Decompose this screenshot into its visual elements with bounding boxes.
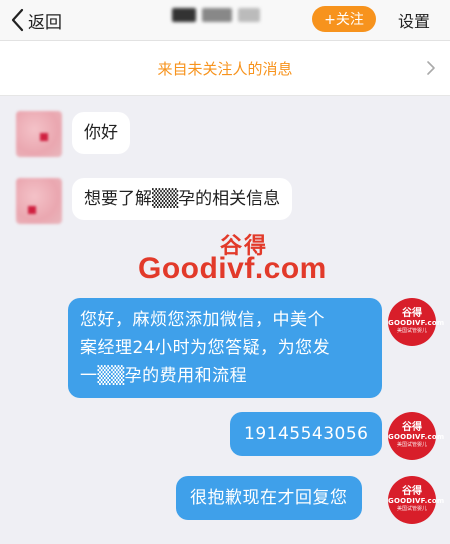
chevron-left-icon <box>11 8 24 32</box>
own-avatar[interactable]: 谷得 GOODIVF.com 美国试管婴儿 <box>388 412 444 460</box>
back-button[interactable]: 返回 <box>8 7 62 33</box>
watermark-logo: Goodivf.com <box>138 252 327 285</box>
message-line: 您好，麻烦您添加微信，中美个 <box>80 310 325 330</box>
message-bubble-incoming[interactable]: 你好 <box>72 112 130 154</box>
sender-avatar[interactable] <box>16 178 62 224</box>
notice-label: 来自未关注人的消息 <box>157 60 293 78</box>
message-bubble-outgoing[interactable]: 很抱歉现在才回复您 <box>176 476 362 520</box>
message-text: 19145543056 <box>244 424 369 444</box>
message-bubble-incoming[interactable]: 想要了解▒▒孕的相关信息 <box>72 178 293 220</box>
message-bubble-outgoing[interactable]: 您好，麻烦您添加微信，中美个 案经理24小时为您答疑，为您发 一▒▒孕的费用和流… <box>68 298 382 398</box>
unfollowed-messages-notice[interactable]: 来自未关注人的消息 <box>0 41 450 96</box>
follow-button[interactable]: +关注 <box>312 6 376 32</box>
own-avatar[interactable]: 谷得 GOODIVF.com 美国试管婴儿 <box>388 298 444 346</box>
back-label: 返回 <box>28 12 62 33</box>
follow-label: +关注 <box>324 12 364 28</box>
own-avatar[interactable]: 谷得 GOODIVF.com 美国试管婴儿 <box>388 476 444 524</box>
message-bubble-outgoing[interactable]: 19145543056 <box>230 412 383 456</box>
chevron-right-icon <box>427 61 435 75</box>
message-text: 你好 <box>84 123 118 143</box>
chat-title-redacted <box>172 8 260 22</box>
chat-header: 返回 +关注 设置 <box>0 0 450 41</box>
message-line: 一▒▒孕的费用和流程 <box>80 366 248 386</box>
message-line: 案经理24小时为您答疑，为您发 <box>80 338 331 358</box>
message-text: 很抱歉现在才回复您 <box>190 488 348 508</box>
settings-button[interactable]: 设置 <box>398 8 430 32</box>
message-text: 想要了解▒▒孕的相关信息 <box>84 189 281 209</box>
sender-avatar[interactable] <box>16 111 62 157</box>
